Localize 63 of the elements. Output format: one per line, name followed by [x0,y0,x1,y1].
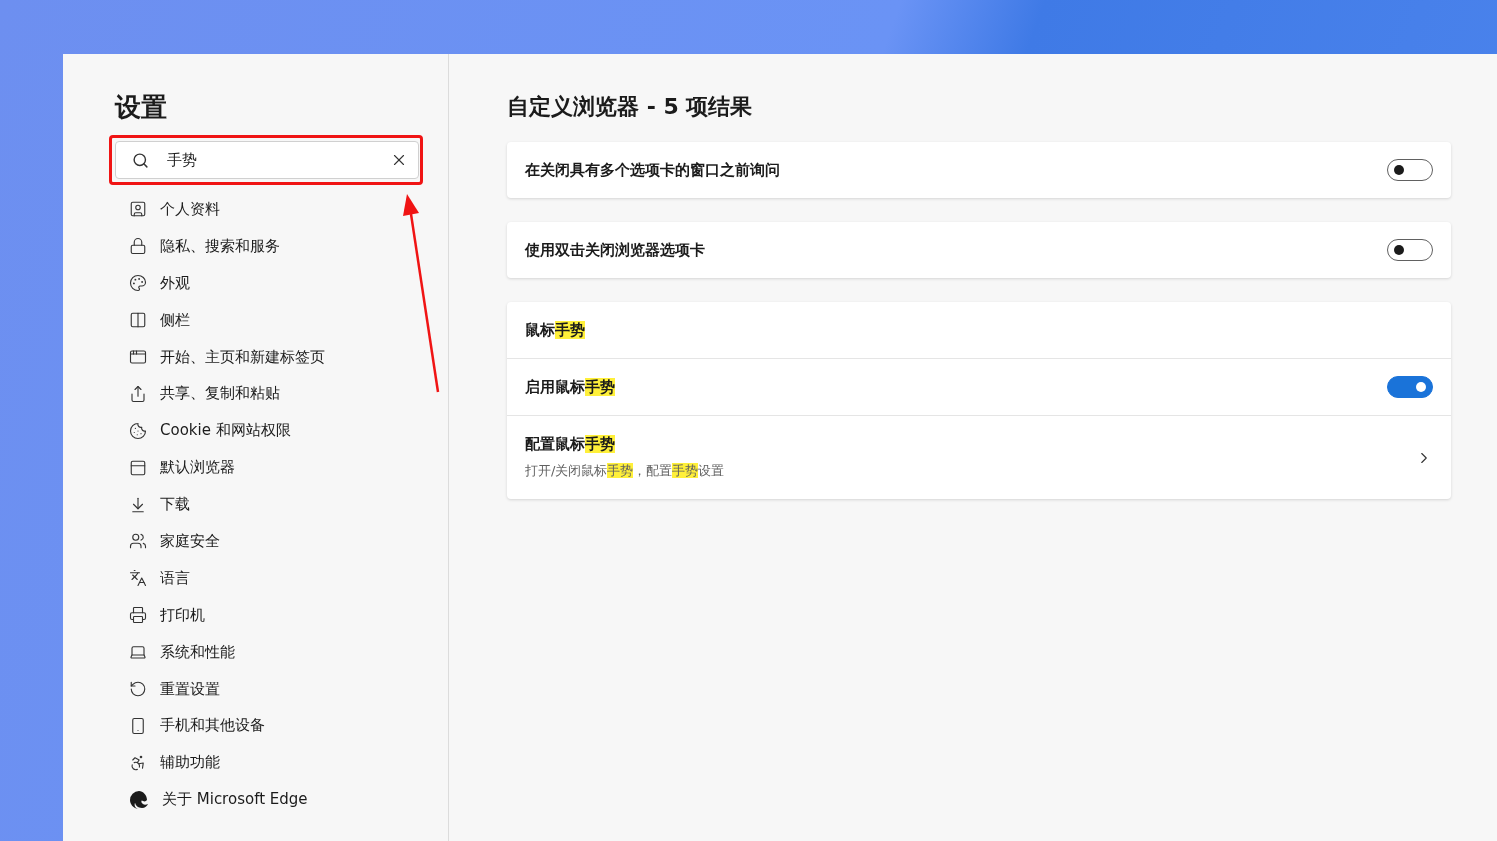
download-icon [129,495,147,514]
toggle-switch[interactable] [1387,376,1433,398]
settings-title: 设置 [115,91,168,124]
setting-label: 使用双击关闭浏览器选项卡 [525,240,705,260]
toggle-switch[interactable] [1387,159,1433,181]
sidebar-item-label: 手机和其他设备 [160,716,265,736]
sidebar-item-label: 默认浏览器 [160,458,235,478]
sidebar-item-label: 家庭安全 [160,531,220,551]
sidebar-item[interactable]: 语言 [115,559,448,597]
search-field[interactable]: 手势 [115,141,419,179]
setting-label: 鼠标手势 [525,320,585,340]
palette-icon [129,274,147,293]
sidebar-item[interactable]: 辅助功能 [115,744,448,782]
sidebar-item[interactable]: 开始、主页和新建标签页 [115,338,448,376]
sidebar-item[interactable]: 个人资料 [115,191,448,228]
family-icon [129,532,147,551]
sidebar-item-label: 共享、复制和粘贴 [160,384,280,404]
sidebar-item-label: 外观 [160,273,190,293]
sidebar-item[interactable]: 共享、复制和粘贴 [115,375,448,413]
sidebar-item-label: 系统和性能 [160,642,235,662]
sidebar-item[interactable]: 隐私、搜索和服务 [115,227,448,265]
sidebar-item[interactable]: 重置设置 [115,670,448,708]
sidebar-item[interactable]: 系统和性能 [115,633,448,671]
sidebar-item-label: 语言 [160,568,190,588]
sidebar-item[interactable]: 关于 Microsoft Edge [115,781,448,819]
profile-icon [129,200,147,219]
share-icon [129,384,147,403]
sidebar-icon [129,311,147,330]
results-title: 自定义浏览器 - 5 项结果 [507,93,754,121]
sidebar-item[interactable]: 外观 [115,264,448,302]
sidebar-item-label: 关于 Microsoft Edge [162,790,308,810]
accessibility-icon [129,753,147,772]
sidebar-item-label: 下载 [160,495,190,515]
sidebar-item[interactable]: 家庭安全 [115,523,448,560]
edge-logo-icon [129,789,149,810]
toggle-switch[interactable] [1387,239,1433,261]
browser-icon [129,458,147,477]
reset-icon [129,680,147,698]
sidebar-item-label: 开始、主页和新建标签页 [160,347,325,367]
sidebar-item-label: 个人资料 [160,199,220,219]
setting-label: 启用鼠标手势 [525,377,615,397]
setting-label: 配置鼠标手势 [525,435,616,454]
sidebar-item[interactable]: 手机和其他设备 [115,707,448,745]
setting-label: 在关闭具有多个选项卡的窗口之前询问 [525,160,780,180]
sidebar-item-label: 打印机 [160,605,205,625]
sidebar-item-label: Cookie 和网站权限 [160,421,291,441]
phone-icon [129,716,147,735]
sidebar-item[interactable]: 默认浏览器 [115,449,448,487]
printer-icon [129,606,147,625]
sidebar-item[interactable]: 侧栏 [115,301,448,339]
window-icon [129,348,147,366]
sidebar-item-label: 重置设置 [160,679,220,699]
sidebar-item-label: 侧栏 [160,310,190,330]
sidebar-item-label: 辅助功能 [160,753,220,773]
sidebar-item-label: 隐私、搜索和服务 [160,236,280,256]
search-icon [132,151,149,169]
lock-icon [129,237,147,256]
sidebar-item[interactable]: Cookie 和网站权限 [115,412,448,450]
cookie-icon [129,421,147,440]
laptop-icon [129,643,147,662]
language-icon [129,569,147,588]
sidebar-item[interactable]: 下载 [115,486,448,523]
sidebar-item[interactable]: 打印机 [115,596,448,634]
